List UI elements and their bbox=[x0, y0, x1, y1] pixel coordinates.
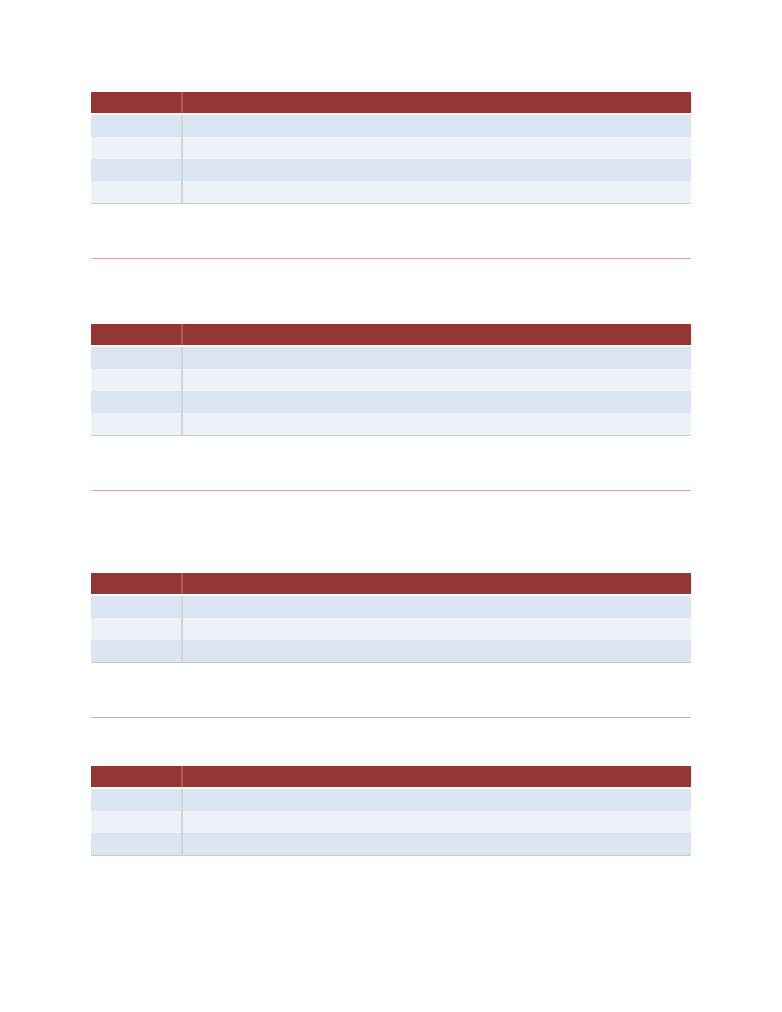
table-cell bbox=[183, 811, 691, 833]
table-header-row bbox=[91, 573, 691, 596]
table-cell bbox=[183, 833, 691, 855]
table-cell bbox=[183, 640, 691, 662]
table-cell bbox=[91, 640, 183, 662]
table-cell bbox=[91, 391, 183, 413]
table-row bbox=[91, 833, 691, 855]
header-cell bbox=[91, 573, 183, 594]
table-cell bbox=[91, 833, 183, 855]
table-cell bbox=[183, 413, 691, 435]
table-header-row bbox=[91, 766, 691, 789]
table-cell bbox=[91, 137, 183, 159]
table-row bbox=[91, 391, 691, 413]
table-cell bbox=[91, 413, 183, 435]
table-header-row bbox=[91, 92, 691, 115]
table-3 bbox=[91, 573, 691, 663]
table-cell bbox=[183, 159, 691, 181]
header-cell bbox=[183, 324, 691, 345]
table-cell bbox=[91, 811, 183, 833]
table-cell bbox=[91, 789, 183, 811]
header-cell bbox=[183, 766, 691, 787]
table-row bbox=[91, 596, 691, 618]
header-cell bbox=[183, 573, 691, 594]
header-cell bbox=[91, 92, 183, 113]
table-row bbox=[91, 618, 691, 640]
table-cell bbox=[183, 369, 691, 391]
table-row bbox=[91, 137, 691, 159]
section-divider bbox=[91, 717, 691, 718]
table-row bbox=[91, 413, 691, 435]
table-cell bbox=[91, 347, 183, 369]
table-cell bbox=[183, 789, 691, 811]
table-cell bbox=[183, 618, 691, 640]
table-cell bbox=[91, 618, 183, 640]
header-cell bbox=[91, 766, 183, 787]
table-row bbox=[91, 789, 691, 811]
table-cell bbox=[91, 115, 183, 137]
header-cell bbox=[183, 92, 691, 113]
table-row bbox=[91, 640, 691, 662]
table-cell bbox=[183, 181, 691, 203]
table-cell bbox=[183, 115, 691, 137]
header-cell bbox=[91, 324, 183, 345]
section-divider bbox=[91, 258, 691, 259]
table-cell bbox=[183, 391, 691, 413]
table-cell bbox=[183, 347, 691, 369]
table-row bbox=[91, 347, 691, 369]
table-row bbox=[91, 811, 691, 833]
section-divider bbox=[91, 490, 691, 491]
table-row bbox=[91, 159, 691, 181]
table-cell bbox=[91, 596, 183, 618]
table-header-row bbox=[91, 324, 691, 347]
table-2 bbox=[91, 324, 691, 436]
table-4 bbox=[91, 766, 691, 856]
table-row bbox=[91, 115, 691, 137]
table-cell bbox=[91, 159, 183, 181]
table-cell bbox=[91, 181, 183, 203]
table-row bbox=[91, 181, 691, 203]
table-1 bbox=[91, 92, 691, 204]
table-row bbox=[91, 369, 691, 391]
table-cell bbox=[183, 596, 691, 618]
table-cell bbox=[183, 137, 691, 159]
table-cell bbox=[91, 369, 183, 391]
